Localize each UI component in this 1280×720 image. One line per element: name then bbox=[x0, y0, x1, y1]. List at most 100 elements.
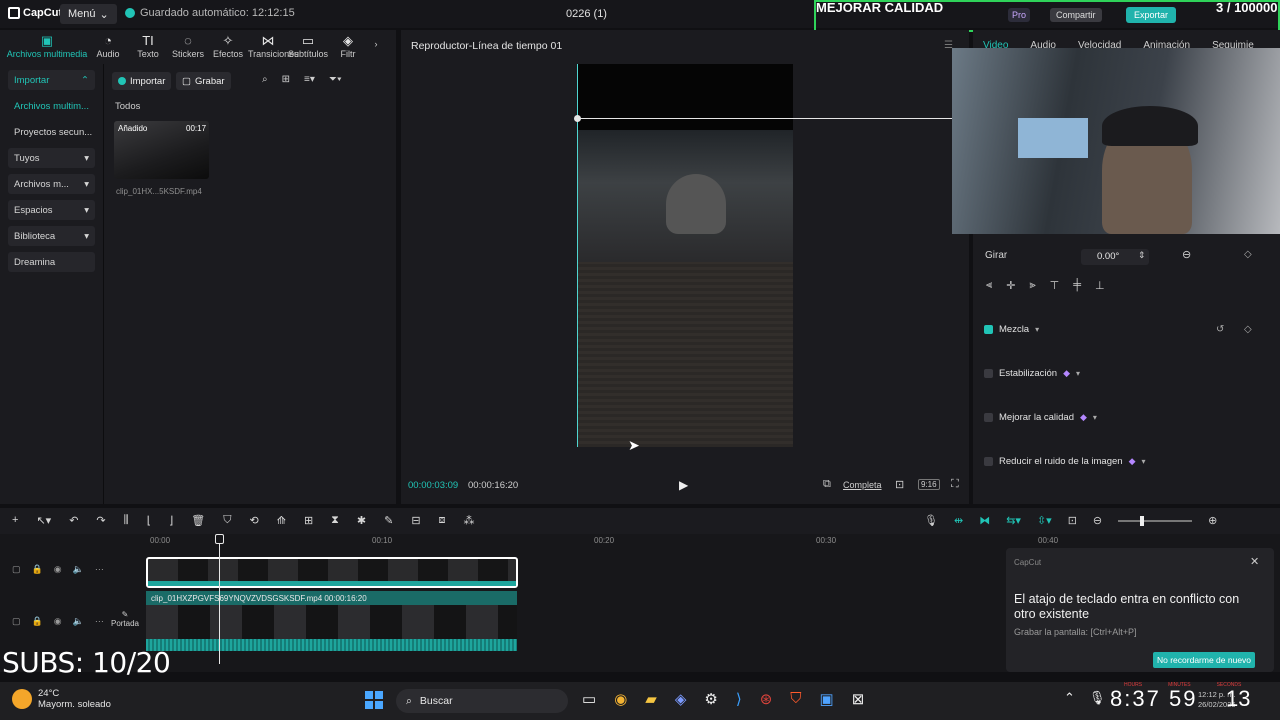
align-bottom-icon[interactable]: ⊥ bbox=[1095, 279, 1105, 295]
freeze-icon[interactable]: ✱ bbox=[357, 514, 366, 527]
photos-icon[interactable]: ▣ bbox=[820, 690, 834, 708]
checkbox[interactable] bbox=[984, 325, 993, 334]
eye-icon[interactable]: ◉ bbox=[54, 616, 62, 627]
fullscreen-icon[interactable]: ⛶ bbox=[951, 478, 959, 491]
keyframe-blend-icon[interactable]: ◇ bbox=[1244, 324, 1252, 335]
crop-icon[interactable]: ⧉ bbox=[823, 478, 831, 491]
loop-icon[interactable]: ⟲ bbox=[250, 514, 259, 527]
undo-icon[interactable]: ↶ bbox=[69, 514, 78, 527]
tool-subtítulos[interactable]: ▭ Subtítulos bbox=[288, 30, 328, 64]
nav-item-7[interactable]: Dreamina bbox=[8, 252, 95, 272]
close-icon[interactable]: ✕ bbox=[1250, 555, 1259, 568]
tool-efectos[interactable]: ✧ Efectos bbox=[208, 30, 248, 64]
volume-icon[interactable]: 🔈 bbox=[73, 564, 84, 575]
chrome-icon[interactable]: ◉ bbox=[614, 690, 627, 708]
playhead-line[interactable] bbox=[219, 534, 220, 664]
align-center-v-icon[interactable]: ╪ bbox=[1073, 279, 1081, 295]
tool-stickers[interactable]: ◌ Stickers bbox=[168, 30, 208, 64]
align-left-icon[interactable]: ⫷ bbox=[986, 279, 992, 295]
task-view-icon[interactable]: ▭ bbox=[582, 690, 596, 708]
magic-icon[interactable]: ✎ bbox=[384, 514, 393, 527]
crop-tool-icon[interactable]: ⊞ bbox=[304, 514, 313, 527]
playhead-handle[interactable] bbox=[215, 534, 224, 544]
chevron-down-icon[interactable]: ▾ bbox=[1035, 325, 1039, 334]
checkbox[interactable] bbox=[984, 369, 993, 378]
transform-icon[interactable]: ⧈ bbox=[439, 514, 446, 527]
setting-row-1[interactable]: Estabilización ◆ ▾ bbox=[984, 368, 1080, 379]
preview-axis-icon[interactable]: ⇳▾ bbox=[1037, 514, 1052, 527]
nav-item-2[interactable]: Proyectos secun... bbox=[8, 122, 95, 142]
search-icon[interactable]: ⌕ bbox=[262, 74, 268, 85]
volume-icon[interactable]: 🔈 bbox=[73, 616, 84, 627]
zoom-in-icon[interactable]: ⊕ bbox=[1208, 514, 1217, 527]
tool-filtr[interactable]: ◈ Filtr bbox=[328, 30, 368, 64]
cover-button[interactable]: ✎ Portada bbox=[110, 610, 140, 628]
grid-view-icon[interactable]: ⊞ bbox=[282, 74, 290, 85]
lock-icon[interactable]: 🔒 bbox=[32, 616, 43, 627]
track-box-icon[interactable]: ▢ bbox=[12, 564, 21, 575]
nav-item-0[interactable]: Importar ⌃ bbox=[8, 70, 95, 90]
zoom-out-icon[interactable]: ⊖ bbox=[1093, 514, 1102, 527]
lock-icon[interactable]: 🔒 bbox=[32, 564, 43, 575]
mirror-icon[interactable]: ⧗ bbox=[331, 514, 339, 527]
eye-icon[interactable]: ◉ bbox=[54, 564, 62, 575]
caption-track-icon[interactable]: ⊡ bbox=[1068, 514, 1077, 527]
chevron-up-icon[interactable]: ⌃ bbox=[1064, 690, 1075, 706]
reset-icon[interactable]: ↺ bbox=[1216, 324, 1224, 335]
settings-gear-icon[interactable]: ⚙ bbox=[704, 690, 717, 708]
track-box-icon[interactable]: ▢ bbox=[12, 616, 21, 627]
menu-button[interactable]: Menú ⌄ bbox=[60, 4, 117, 24]
app-diamond-icon[interactable]: ◈ bbox=[675, 690, 687, 708]
align-center-h-icon[interactable]: ✛ bbox=[1006, 279, 1015, 295]
split-left-icon[interactable]: ⌊ bbox=[147, 514, 151, 527]
tool-texto[interactable]: TI Texto bbox=[128, 30, 168, 64]
redo-icon[interactable]: ↷ bbox=[96, 514, 105, 527]
weather-widget[interactable]: 24°C Mayorm. soleado bbox=[12, 688, 111, 710]
play-button[interactable]: ▶ bbox=[679, 478, 688, 492]
record-button[interactable]: ▢ Grabar bbox=[176, 72, 231, 90]
reset-dial-icon[interactable]: ⊖ bbox=[1182, 248, 1191, 261]
brave-icon[interactable]: ⛉ bbox=[790, 690, 801, 708]
checkbox[interactable] bbox=[984, 413, 993, 422]
chevron-down-icon[interactable]: ▾ bbox=[1093, 413, 1097, 422]
more-tools-icon[interactable]: ⁂ bbox=[464, 514, 475, 527]
more-icon[interactable]: ⋯ bbox=[95, 564, 104, 575]
nav-item-5[interactable]: Espacios ▾ bbox=[8, 200, 95, 220]
video-preview[interactable] bbox=[578, 64, 793, 447]
chevron-down-icon[interactable]: ▾ bbox=[1142, 457, 1146, 466]
tool-transiciones[interactable]: ⋈ Transiciones bbox=[248, 30, 299, 64]
zoom-slider[interactable] bbox=[1118, 516, 1193, 526]
split-icon[interactable]: ⫼ bbox=[124, 514, 129, 527]
snap-icon[interactable]: ⇆▾ bbox=[1006, 514, 1021, 527]
setting-row-3[interactable]: Reducir el ruido de la imagen ◆ ▾ bbox=[984, 456, 1146, 467]
chevron-right-icon[interactable]: › bbox=[368, 30, 384, 64]
nav-item-3[interactable]: Tuyos ▾ bbox=[8, 148, 95, 168]
checkbox[interactable] bbox=[984, 457, 993, 466]
sort-icon[interactable]: ≡▾ bbox=[304, 74, 315, 85]
capcut-taskbar-icon[interactable]: ⊠ bbox=[852, 690, 865, 708]
vscode-icon[interactable]: ⟩ bbox=[736, 690, 742, 708]
chevron-down-icon[interactable]: ▾ bbox=[1076, 369, 1080, 378]
caption-icon[interactable]: ⊟ bbox=[411, 514, 420, 527]
mic-tray-icon[interactable]: 🎙 bbox=[1089, 690, 1106, 706]
microphone-icon[interactable]: 🎙 bbox=[924, 514, 938, 527]
record-app-icon[interactable]: ⊛ bbox=[760, 690, 773, 708]
nav-item-1[interactable]: Archivos multim... bbox=[8, 96, 95, 116]
overlay-clip[interactable] bbox=[146, 557, 518, 588]
setting-row-2[interactable]: Mejorar la calidad ◆ ▾ bbox=[984, 412, 1097, 423]
file-explorer-icon[interactable]: ▰ bbox=[645, 690, 657, 708]
add-track-icon[interactable]: + bbox=[12, 514, 18, 527]
magnet-icon[interactable]: ⧓ bbox=[979, 514, 990, 527]
setting-row-0[interactable]: Mezcla ▾ bbox=[984, 324, 1039, 335]
delete-icon[interactable]: 🗑 bbox=[191, 514, 205, 527]
more-icon[interactable]: ⋯ bbox=[95, 616, 104, 627]
stepper-icon[interactable]: ⇕ bbox=[1138, 250, 1146, 261]
dont-remind-button[interactable]: No recordarme de nuevo bbox=[1153, 652, 1256, 668]
marker-icon[interactable]: ⛉ bbox=[223, 514, 231, 527]
project-title[interactable]: 0226 (1) bbox=[566, 8, 607, 20]
fit-mode-button[interactable]: Completa bbox=[843, 480, 882, 490]
speed-icon[interactable]: ⟰ bbox=[277, 514, 286, 527]
nav-item-4[interactable]: Archivos m... ▾ bbox=[8, 174, 95, 194]
link-icon[interactable]: ⇹ bbox=[954, 514, 963, 527]
aspect-ratio-button[interactable]: 9:16 bbox=[918, 479, 940, 490]
